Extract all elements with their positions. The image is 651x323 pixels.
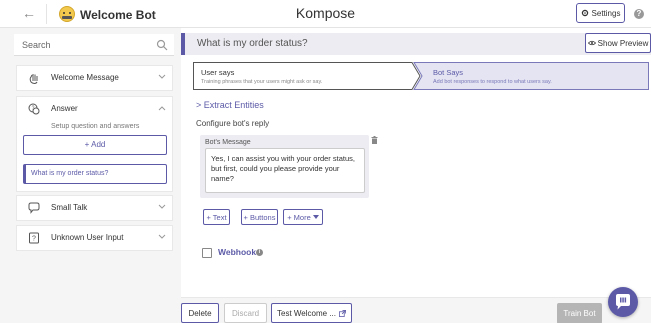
test-bot-button[interactable]: Test Welcome ... [271,303,352,323]
sidebar-item-label: Unknown User Input [51,233,124,242]
hand-wave-icon [29,74,38,84]
sidebar-item-label: Welcome Message [51,73,119,82]
external-link-icon [339,309,346,317]
sidebar-item-label: Answer [51,104,78,113]
settings-label: Settings [591,8,621,18]
sidebar-item-answer[interactable]: ? Answer Setup question and answers + Ad… [16,96,173,192]
trash-icon[interactable] [371,136,378,144]
top-bar: ← Welcome Bot Kompose Settings ? [0,0,651,28]
add-more-button[interactable]: + More [283,209,323,225]
chat-widget-button[interactable] [608,287,638,317]
webhook-checkbox[interactable] [202,248,212,258]
show-preview-button[interactable]: Show Preview [585,33,651,53]
step-title: Bot Says [433,68,464,77]
discard-button[interactable]: Discard [224,303,267,323]
question-title: What is my order status? [197,38,308,49]
extract-entities-link[interactable]: > Extract Entities [196,100,264,110]
sidebar-item-label: Small Talk [51,203,88,212]
sidebar-item-header[interactable]: Small Talk [17,196,174,220]
search-input[interactable] [14,34,154,56]
sidebar-item-subtitle: Setup question and answers [51,123,140,130]
step-bot-says[interactable]: Bot Says Add bot responses to respond to… [419,62,649,90]
show-preview-label: Show Preview [597,38,649,48]
eye-icon [587,40,596,46]
app-root: ← Welcome Bot Kompose Settings ? Search … [0,0,651,323]
footer-bar: Delete Discard Test Welcome ... Train Bo… [181,297,651,323]
sidebar-item-header[interactable]: ? Answer [17,97,174,121]
search-icon[interactable] [156,39,168,51]
svg-text:?: ? [32,236,36,243]
bot-message-input[interactable]: Yes, I can assist you with your order st… [205,148,365,193]
add-more-label: + More [287,212,311,222]
bot-name: Welcome Bot [80,8,156,22]
step-subtitle: Add bot responses to respond to what use… [433,79,552,85]
search-box [14,34,174,56]
sidebar-item-welcome-message[interactable]: Welcome Message [16,65,173,91]
step-indicator: User says Training phrases that your use… [193,62,649,90]
chevron-down-icon [158,234,166,239]
back-arrow-icon[interactable]: ← [22,6,36,20]
add-buttons-button[interactable]: + Buttons [241,209,278,225]
chevron-down-icon [158,204,166,209]
question-list-item[interactable]: What is my order status? [23,164,167,184]
step-subtitle: Training phrases that your users might a… [201,79,323,85]
add-question-button[interactable]: + Add [23,135,167,155]
gear-icon [581,9,588,17]
sidebar: Welcome Message ? Answer Setup question … [0,28,181,323]
chevron-down-icon [158,74,166,79]
small-talk-icon [28,202,40,214]
question-header: What is my order status? [181,33,651,55]
chat-bubble-icon [616,294,630,310]
delete-button[interactable]: Delete [181,303,219,323]
sidebar-item-unknown-user-input[interactable]: ? Unknown User Input [16,225,173,251]
divider [46,4,47,24]
settings-button[interactable]: Settings [576,3,625,23]
sidebar-item-header[interactable]: ? Unknown User Input [17,226,174,250]
svg-text:?: ? [32,106,35,112]
sidebar-item-header[interactable]: Welcome Message [17,66,174,90]
caret-down-icon [312,215,319,219]
step-user-says[interactable]: User says Training phrases that your use… [193,62,421,90]
chevron-up-icon [158,106,166,111]
bot-avatar [59,6,75,22]
webhook-label: Webhook [218,247,257,257]
main-panel: What is my order status? Show Preview Us… [181,28,651,323]
bot-message-card: Bot's Message Yes, I can assist you with… [200,135,369,198]
configure-reply-label: Configure bot's reply [196,119,270,128]
help-icon[interactable]: ? [634,9,644,19]
test-bot-label: Test Welcome ... [277,308,336,318]
chat-question-icon: ? [28,103,40,115]
info-icon[interactable]: i [256,249,263,256]
step-title: User says [201,68,235,77]
sidebar-item-small-talk[interactable]: Small Talk [16,195,173,221]
add-text-button[interactable]: + Text [203,209,230,225]
bot-message-label: Bot's Message [205,139,251,146]
train-bot-button[interactable]: Train Bot [557,303,602,323]
unknown-input-icon: ? [29,232,39,244]
